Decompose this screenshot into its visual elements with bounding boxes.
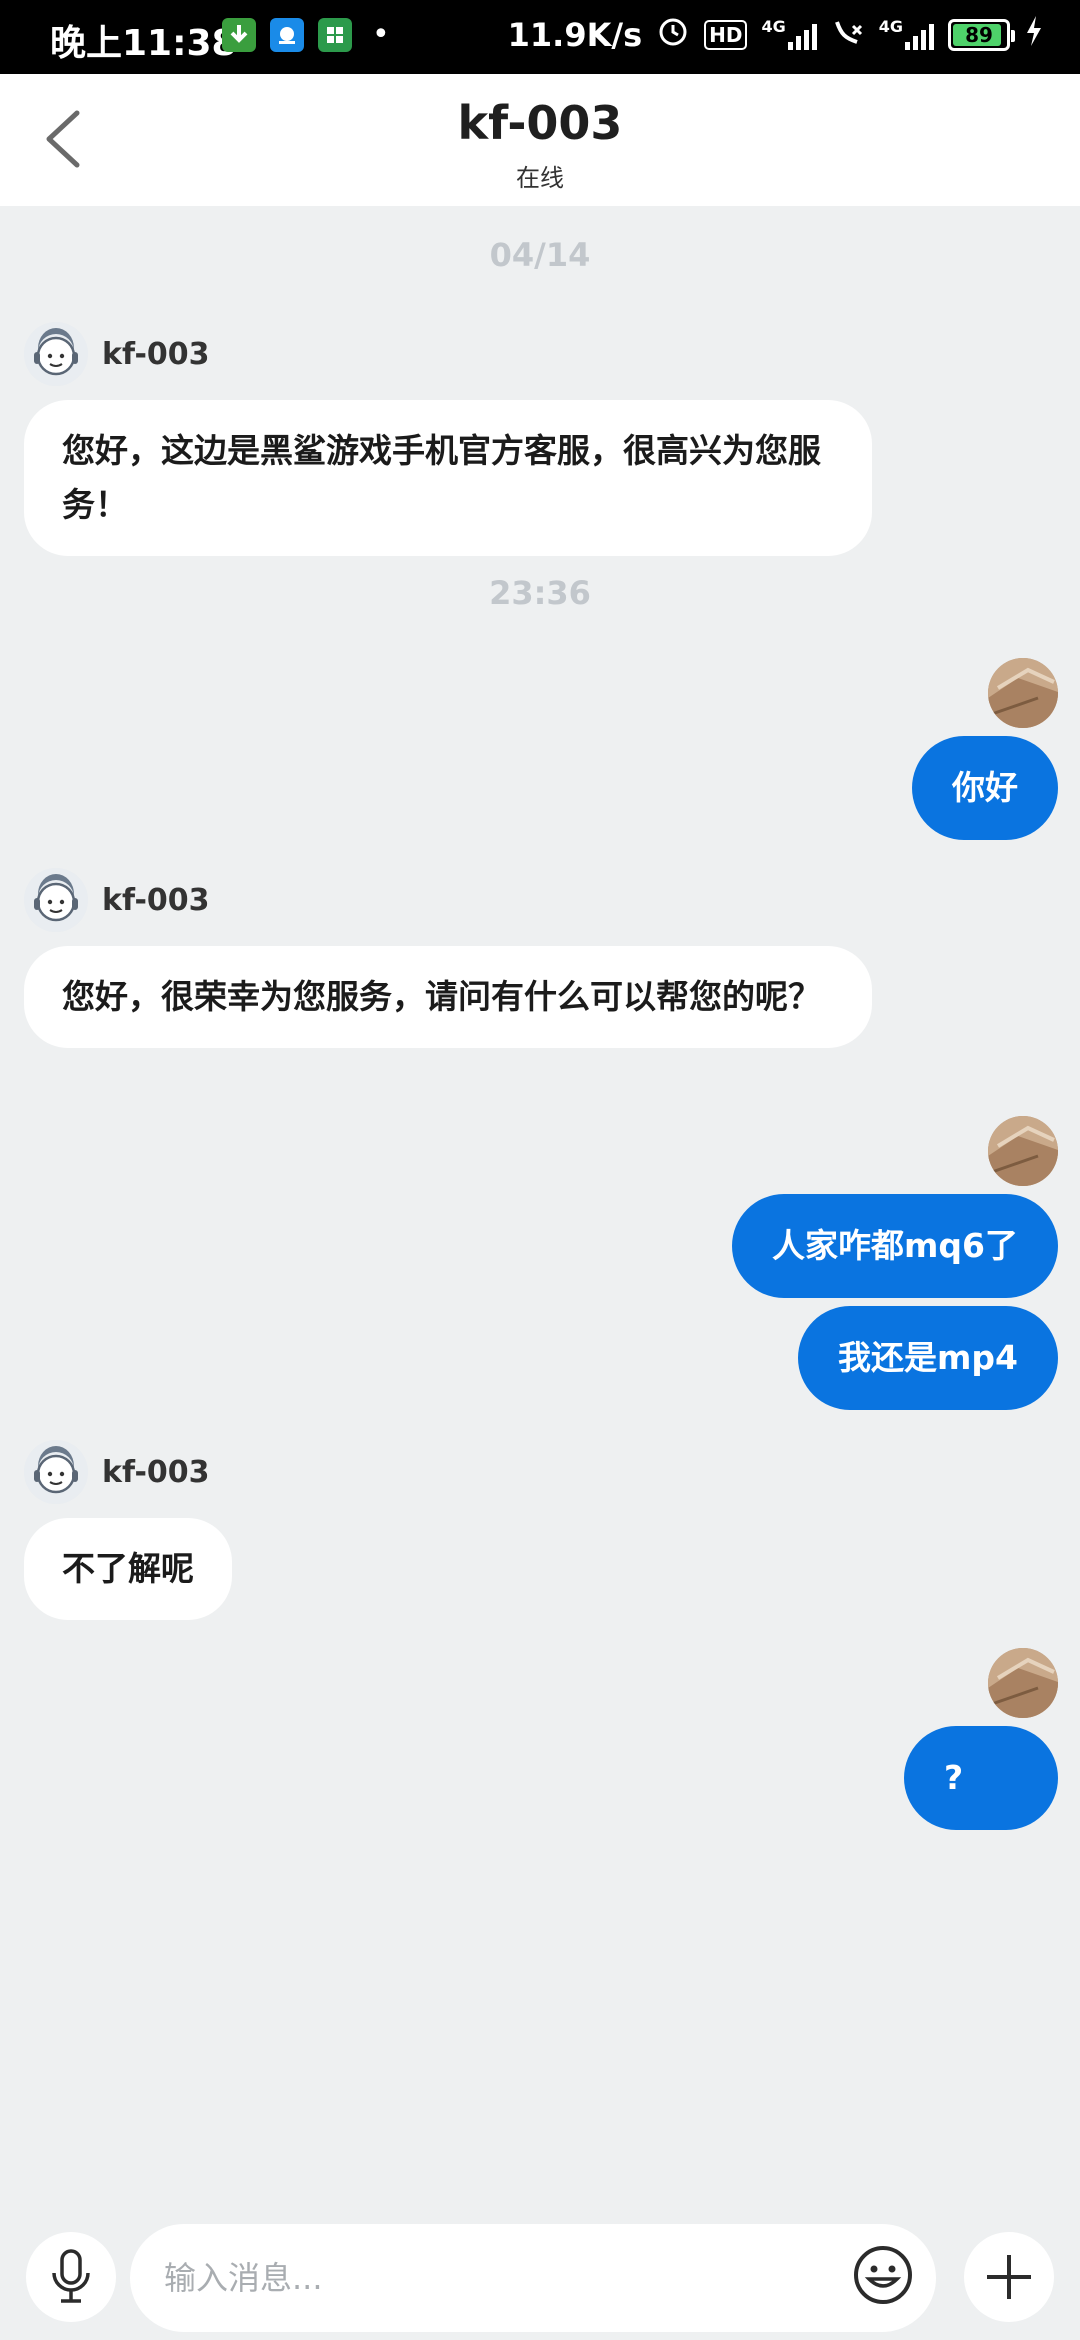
user-avatar[interactable] — [988, 658, 1058, 728]
page-title: kf-003 — [457, 96, 623, 150]
agent-avatar[interactable] — [24, 868, 88, 932]
battery-level: 89 — [965, 23, 993, 47]
message-bubble-user[interactable]: 你好 — [912, 736, 1058, 840]
status-time: 晚上11:38 — [50, 23, 237, 64]
user-avatar[interactable] — [988, 1116, 1058, 1186]
emoji-button[interactable] — [850, 2242, 916, 2308]
notification-icons: • — [222, 18, 390, 52]
agent-name: kf-003 — [102, 1455, 210, 1490]
network-type-1: 4G — [761, 17, 786, 36]
voice-button[interactable] — [26, 2232, 116, 2322]
charging-icon — [1024, 14, 1044, 56]
more-button[interactable] — [964, 2232, 1054, 2322]
status-right: 11.9K/s HD 4G 4G 89 — [508, 14, 1044, 56]
message-bubble-user[interactable]: 我还是mp4 — [798, 1306, 1058, 1410]
battery-icon: 89 — [948, 19, 1015, 51]
status-bar: 晚上11:38 • 11.9K/s HD 4G 4G 89 — [0, 0, 1080, 74]
timestamp: 04/14 — [489, 236, 591, 274]
net-speed: 11.9K/s — [507, 16, 643, 54]
hd-icon: HD — [704, 20, 748, 50]
emoji-icon — [854, 2246, 912, 2304]
call-icon — [831, 14, 865, 56]
plus-icon — [987, 2255, 1031, 2299]
message-bubble-agent[interactable]: 您好，很荣幸为您服务，请问有什么可以帮您的呢？ — [24, 946, 872, 1048]
online-status: 在线 — [516, 164, 564, 192]
user-avatar[interactable] — [988, 1648, 1058, 1718]
agent-name: kf-003 — [102, 883, 210, 918]
calculator-icon — [318, 18, 352, 52]
download-icon — [222, 18, 256, 52]
message-bubble-agent[interactable]: 不了解呢 — [24, 1518, 232, 1620]
agent-avatar[interactable] — [24, 1440, 88, 1504]
more-notifications-dot: • — [372, 17, 390, 52]
chat-header: kf-003 在线 — [0, 74, 1080, 206]
timestamp: 23:36 — [489, 574, 591, 612]
network-type-2: 4G — [878, 17, 903, 36]
alarm-icon — [656, 14, 690, 56]
message-bubble-user[interactable]: ? — [904, 1726, 1058, 1830]
agent-avatar[interactable] — [24, 322, 88, 386]
app-icon — [270, 18, 304, 52]
signal-icon: 4G — [761, 17, 817, 50]
message-bubble-user[interactable]: 人家咋都mq6了 — [732, 1194, 1058, 1298]
input-bar — [0, 2220, 1080, 2340]
agent-name: kf-003 — [102, 337, 210, 372]
microphone-icon — [52, 2249, 90, 2303]
message-input[interactable] — [130, 2224, 936, 2332]
message-bubble-agent[interactable]: 您好，这边是黑鲨游戏手机官方客服，很高兴为您服务！ — [24, 400, 872, 556]
signal-icon-2: 4G — [878, 17, 934, 50]
